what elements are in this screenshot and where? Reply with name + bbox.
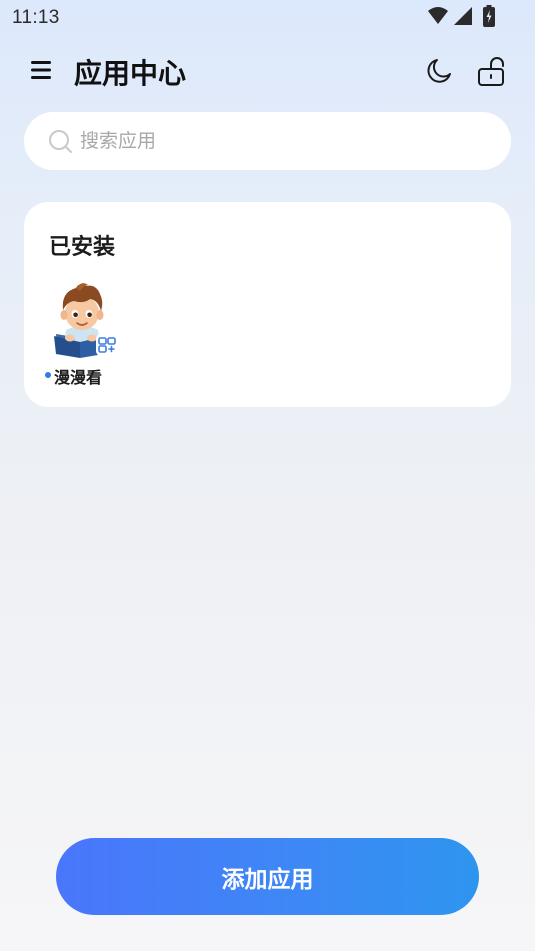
installed-section-title: 已安装 (49, 235, 116, 260)
page-title: 应用中心 (74, 57, 187, 90)
unlock-icon[interactable] (476, 56, 508, 86)
status-bar: 11:13 (0, 0, 535, 36)
add-app-button[interactable]: 添加应用 (56, 838, 479, 915)
status-time: 11:13 (12, 7, 60, 28)
wifi-icon (427, 6, 449, 30)
cellular-signal-icon (453, 6, 473, 30)
installed-card: 已安装 漫漫看 (24, 202, 511, 407)
app-item-manmankan[interactable]: 漫漫看 (44, 280, 120, 390)
grid-badge-icon (96, 334, 118, 356)
update-dot (45, 372, 51, 378)
moon-icon[interactable] (424, 56, 454, 86)
status-icons (427, 5, 495, 31)
search-icon (48, 129, 74, 155)
app-name: 漫漫看 (54, 368, 103, 387)
menu-icon[interactable] (28, 57, 54, 83)
search-input[interactable] (80, 112, 480, 170)
battery-charging-icon (483, 5, 495, 31)
search-box[interactable] (24, 112, 511, 170)
app-header: 应用中心 (0, 44, 535, 96)
